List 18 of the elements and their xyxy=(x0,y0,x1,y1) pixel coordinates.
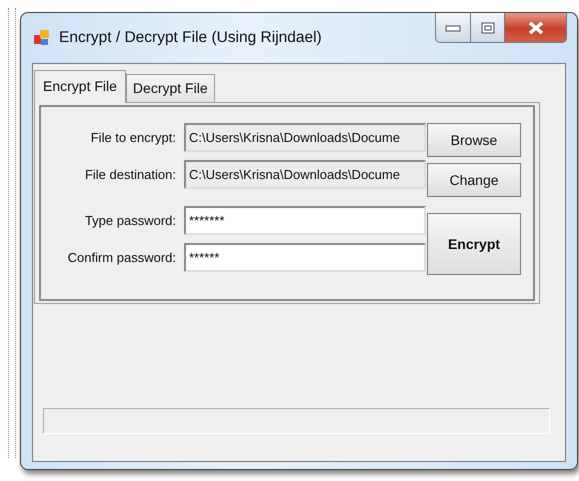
password-field[interactable]: ******* xyxy=(184,206,426,235)
field-label: File destination: xyxy=(84,166,176,184)
field-label: Type password: xyxy=(84,212,176,230)
path-field[interactable]: C:\Users\Krisna\Downloads\Docume xyxy=(184,160,426,189)
action-button[interactable]: Browse xyxy=(427,123,521,157)
password-field[interactable]: ****** xyxy=(184,243,426,272)
app-icon xyxy=(33,29,51,47)
field-label: File to encrypt: xyxy=(90,128,176,147)
tab[interactable]: Encrypt File xyxy=(34,70,126,103)
maximize-icon xyxy=(480,22,494,34)
field-label: Confirm password: xyxy=(66,248,176,267)
close-icon xyxy=(528,20,544,34)
minimize-icon xyxy=(445,24,461,32)
window-title: Encrypt / Decrypt File (Using Rijndael) xyxy=(59,28,323,48)
path-field[interactable]: C:\Users\Krisna\Downloads\Docume xyxy=(184,123,426,152)
tab[interactable]: Decrypt File xyxy=(126,74,215,102)
encrypt-button[interactable]: Encrypt xyxy=(427,213,521,275)
action-button[interactable]: Change xyxy=(427,163,521,197)
